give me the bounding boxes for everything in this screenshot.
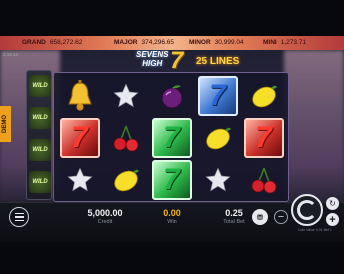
top-black-bar (0, 0, 344, 36)
spin-icon (297, 200, 317, 220)
blue-seven-symbol: 7 (195, 75, 240, 117)
credit-label: Credit (97, 219, 113, 225)
seven-glyph: 7 (151, 118, 192, 158)
bet-minus-button[interactable]: − (274, 210, 288, 224)
plum-icon (149, 75, 194, 117)
reel-grid: 7 7 7 7 7 (53, 72, 289, 202)
lemon-icon (195, 117, 240, 159)
wild-side-panel: WILD WILD WILD WILD (26, 70, 52, 200)
cherry-icon (241, 159, 286, 201)
wild-symbol: WILD (29, 107, 51, 129)
session-timer: 2:16:14 (3, 52, 19, 57)
seven-glyph: 7 (197, 76, 238, 116)
stage-light-right (284, 50, 344, 210)
jackpot-major: MAJOR 374,296.65 (114, 39, 175, 46)
green-seven-symbol: 7 (149, 117, 194, 159)
credit-display: 5,000.00 Credit (80, 208, 130, 225)
star-icon (57, 159, 102, 201)
jackpot-grand: GRAND 658,272.62 (22, 39, 83, 46)
logo-text: SEVENS HIGH (136, 50, 169, 68)
seven-glyph: 7 (243, 118, 284, 158)
logo-seven: 7 (170, 47, 184, 74)
bet-plus-button[interactable]: + (326, 213, 339, 226)
wild-symbol: WILD (29, 171, 51, 193)
star-icon (195, 159, 240, 201)
lemon-icon (241, 75, 286, 117)
bottom-black-bar (0, 242, 344, 274)
demo-badge: DEMO (0, 106, 11, 142)
jackpot-minor: MINOR 30,999.04 (189, 39, 244, 46)
coin-value-note: Coin Value 0.01 Bet 1 (298, 228, 332, 232)
coins-icon[interactable]: ⛃ (252, 209, 268, 225)
green-seven-symbol: 7 (149, 159, 194, 201)
bet-value: 0.25 (225, 208, 243, 218)
spin-button[interactable] (291, 194, 323, 226)
lemon-icon (103, 159, 148, 201)
jackpot-mini: MINI 1,273.71 (263, 39, 307, 46)
autoplay-icon[interactable]: ↻ (326, 197, 339, 210)
menu-button[interactable] (9, 207, 29, 227)
game-screen: GRAND 658,272.62 MAJOR 374,296.65 MINOR 30,… (0, 0, 344, 274)
wild-symbol: WILD (29, 139, 51, 161)
bell-icon (57, 75, 102, 117)
credit-value: 5,000.00 (87, 208, 123, 218)
bet-display: 0.25 Total Bet (214, 208, 254, 225)
win-label: Win (167, 219, 177, 225)
star-icon (103, 75, 148, 117)
win-value: 0.00 (163, 208, 181, 218)
paylines-label: 25 LINES (196, 56, 240, 67)
bet-label: Total Bet (223, 219, 245, 225)
wild-symbol: WILD (29, 75, 51, 97)
cherry-icon (103, 117, 148, 159)
seven-glyph: 7 (151, 160, 192, 200)
win-display: 0.00 Win (150, 208, 194, 225)
seven-glyph: 7 (59, 118, 100, 158)
red-seven-symbol: 7 (241, 117, 286, 159)
red-seven-symbol: 7 (57, 117, 102, 159)
